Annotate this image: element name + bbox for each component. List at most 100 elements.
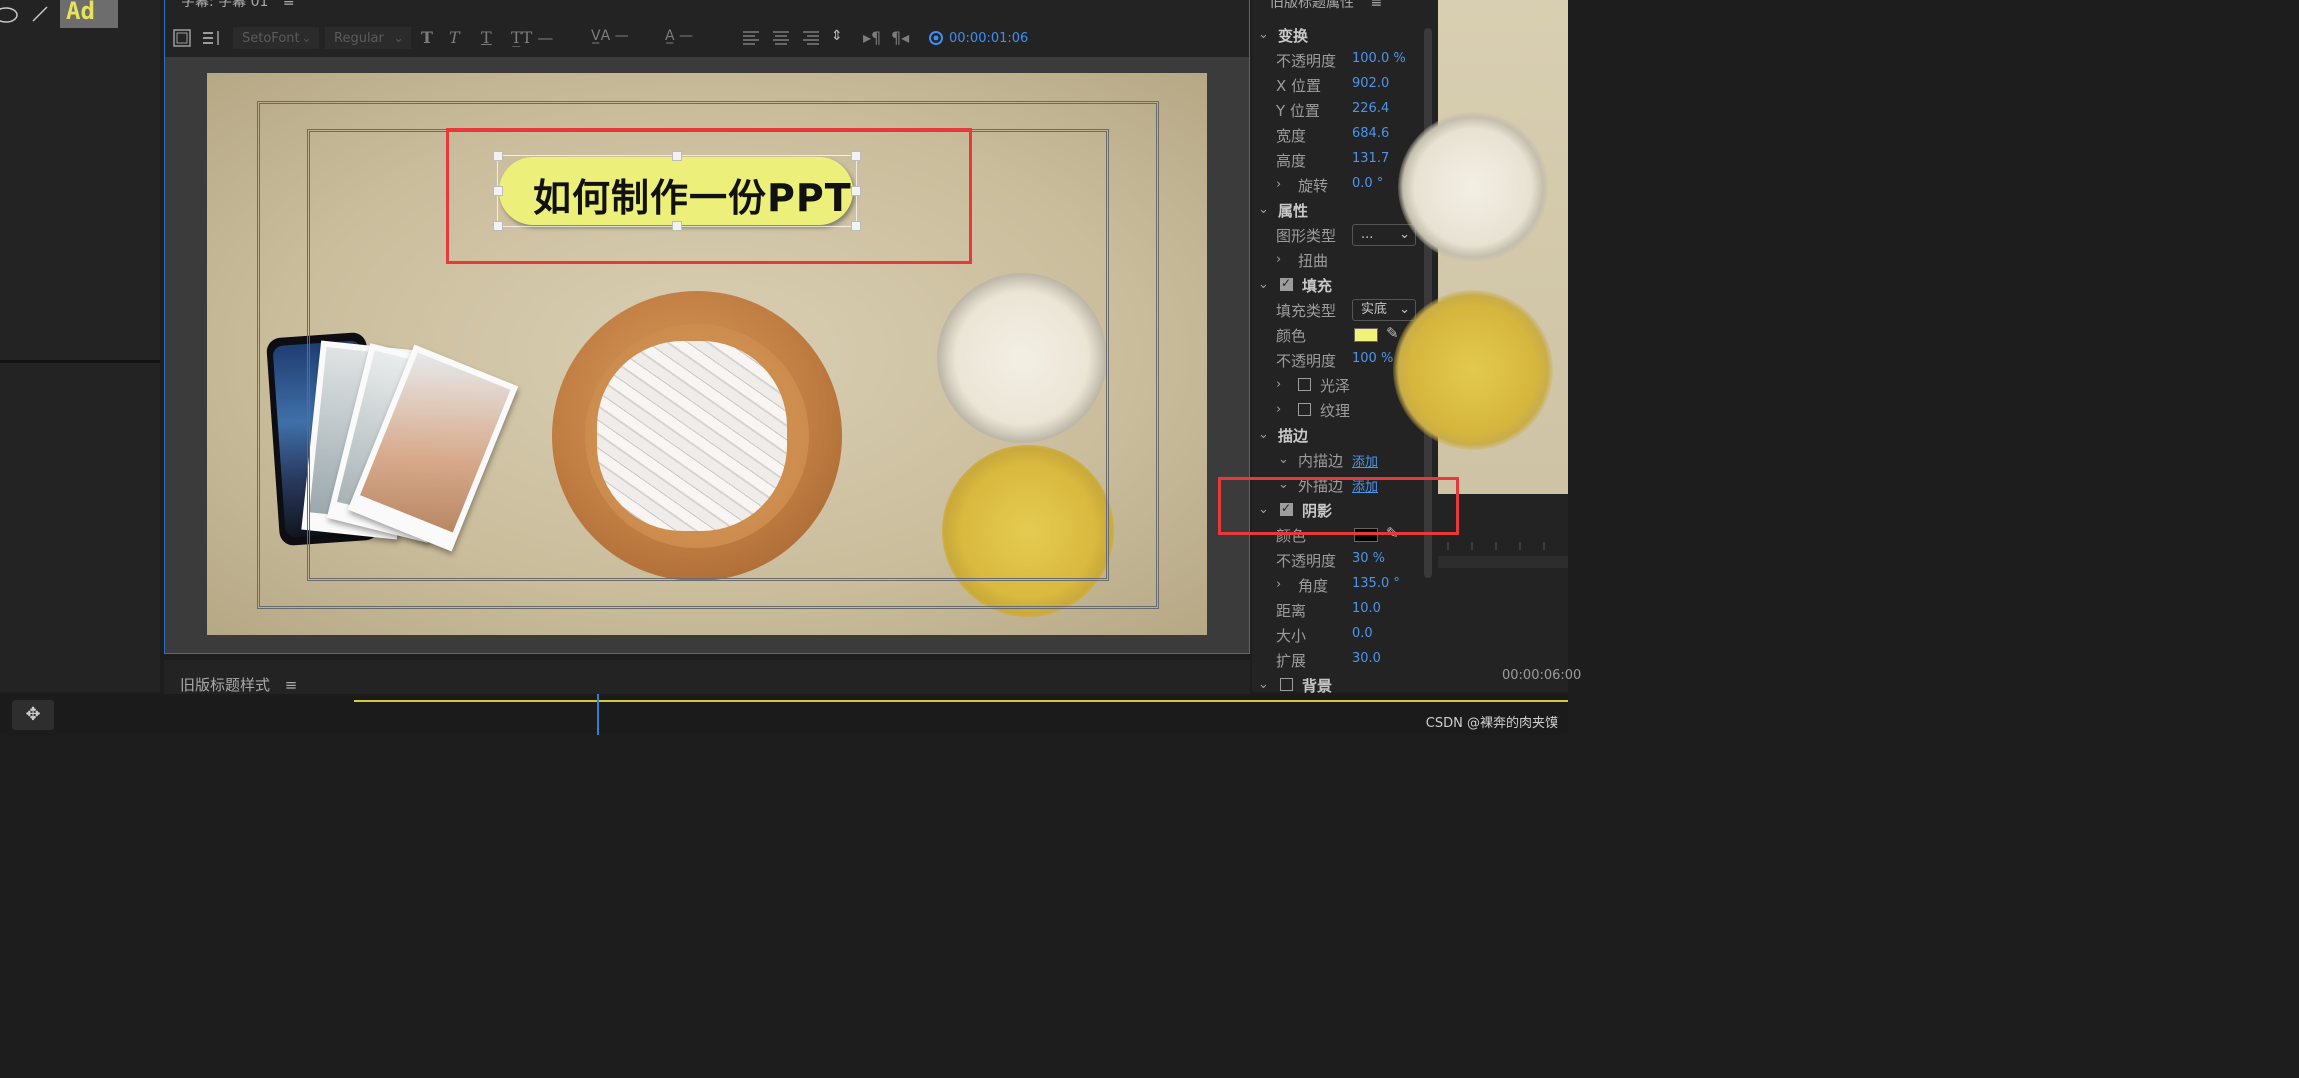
ripple-edit-tool-icon[interactable]: ✥	[12, 700, 54, 730]
chevron-down-icon[interactable]: ⌄	[1258, 427, 1269, 442]
property-value[interactable]: 902.0	[1352, 76, 1389, 91]
property-row[interactable]: ⌄ 变换	[1252, 24, 1422, 48]
ellipse-tool-icon[interactable]	[0, 6, 22, 24]
chevron-right-icon[interactable]: ›	[1276, 252, 1281, 267]
kerning-icon[interactable]: V̲A —	[591, 28, 629, 44]
property-row[interactable]: 宽度 684.6	[1252, 124, 1422, 148]
time-ruler	[1447, 542, 1545, 550]
property-value[interactable]: 135.0 °	[1352, 576, 1400, 591]
property-row[interactable]: › 旋转 0.0 °	[1252, 174, 1422, 198]
paragraph-ltr-icon[interactable]: ▸¶	[863, 28, 881, 47]
property-value[interactable]: 131.7	[1352, 151, 1389, 166]
property-value[interactable]: 226.4	[1352, 101, 1389, 116]
paragraph-rtl-icon[interactable]: ¶◂	[891, 28, 909, 47]
property-value[interactable]: 0.0	[1352, 626, 1373, 641]
add-stroke-link[interactable]: 添加	[1352, 451, 1378, 470]
font-style-select[interactable]: Regular ⌄	[325, 27, 411, 49]
playhead[interactable]	[597, 694, 599, 735]
property-value[interactable]: 10.0	[1352, 601, 1381, 616]
properties-title: 旧版标题属性 ≡	[1270, 0, 1382, 12]
property-row[interactable]: 距离 10.0	[1252, 599, 1422, 623]
property-label: 扩展	[1276, 652, 1307, 670]
property-label: 距离	[1276, 602, 1307, 620]
title-highlight-box	[446, 128, 972, 264]
property-row[interactable]: ⌄ 内描边 添加	[1252, 449, 1422, 473]
monitor-scrollbar[interactable]	[1438, 556, 1568, 568]
property-row[interactable]: ⌄ 填充	[1252, 274, 1422, 298]
property-row[interactable]: 图形类型... ⌄	[1252, 224, 1422, 248]
property-label: 不透明度	[1276, 52, 1337, 70]
chevron-right-icon[interactable]: ›	[1276, 402, 1281, 417]
checkbox[interactable]	[1298, 378, 1311, 391]
property-row[interactable]: 不透明度 100.0 %	[1252, 49, 1422, 73]
property-label: 内描边	[1298, 452, 1344, 470]
eyedropper-icon[interactable]: ✎	[1386, 324, 1399, 342]
program-monitor-preview	[1393, 0, 1568, 494]
chevron-down-icon[interactable]: ⌄	[1258, 27, 1269, 42]
property-value[interactable]: 0.0 °	[1352, 176, 1383, 191]
property-label: 颜色	[1276, 327, 1307, 345]
line-tool-icon[interactable]	[30, 4, 50, 24]
property-label: 高度	[1276, 152, 1307, 170]
font-size-icon[interactable]: T̲T —	[511, 28, 553, 47]
tab-stops-icon[interactable]	[201, 29, 223, 47]
property-label: 大小	[1276, 627, 1307, 645]
chevron-down-icon[interactable]: ⌄	[1258, 677, 1269, 692]
property-value[interactable]: 100 %	[1352, 351, 1393, 366]
bold-icon[interactable]: T	[421, 28, 433, 47]
styles-menu-icon[interactable]: ≡	[285, 676, 298, 694]
checkbox[interactable]	[1280, 276, 1293, 291]
property-value[interactable]: 30 %	[1352, 551, 1385, 566]
spacing-icon[interactable]: ⇕	[831, 28, 843, 44]
property-value[interactable]: 30.0	[1352, 651, 1381, 666]
background-timecode[interactable]: 00:00:01:06	[949, 31, 1028, 46]
property-dropdown[interactable]: 实底 ⌄	[1352, 299, 1416, 321]
property-label: 不透明度	[1276, 552, 1337, 570]
property-row[interactable]: › 纹理	[1252, 399, 1422, 423]
properties-menu-icon[interactable]: ≡	[1370, 0, 1382, 11]
property-dropdown[interactable]: ... ⌄	[1352, 224, 1416, 246]
title-styles-panel: 旧版标题样式 ≡	[164, 660, 1250, 694]
chevron-right-icon[interactable]: ›	[1276, 377, 1281, 392]
property-row[interactable]: 填充类型 实底 ⌄	[1252, 299, 1422, 323]
property-row[interactable]: 不透明度 30 %	[1252, 549, 1422, 573]
chevron-down-icon[interactable]: ⌄	[1278, 452, 1289, 467]
property-row[interactable]: 大小 0.0	[1252, 624, 1422, 648]
property-row[interactable]: Y 位置 226.4	[1252, 99, 1422, 123]
font-family-select[interactable]: SetoFont ⌄	[233, 27, 319, 49]
property-label: 属性	[1278, 202, 1309, 220]
dropdown-value: ...	[1361, 227, 1374, 242]
property-row[interactable]: › 角度 135.0 °	[1252, 574, 1422, 598]
italic-icon[interactable]: T	[449, 28, 460, 47]
property-value[interactable]: 684.6	[1352, 126, 1389, 141]
editor-title-text: 字幕: 字幕 01	[181, 0, 269, 10]
timeline-strip: ✥ CSDN @裸奔的肉夹馍	[0, 694, 1568, 735]
safe-area-icon[interactable]	[173, 29, 191, 47]
work-area-bar[interactable]	[354, 700, 1568, 702]
property-label: 变换	[1278, 27, 1309, 45]
property-row[interactable]: ⌄ 描边	[1252, 424, 1422, 448]
property-row[interactable]: 扩展 30.0	[1252, 649, 1422, 673]
title-style-thumbnail[interactable]: Ad	[60, 0, 118, 28]
property-value[interactable]: 100.0 %	[1352, 51, 1406, 66]
property-row[interactable]: X 位置 902.0	[1252, 74, 1422, 98]
color-swatch[interactable]	[1354, 328, 1378, 342]
property-label: 宽度	[1276, 127, 1307, 145]
chevron-right-icon[interactable]: ›	[1276, 177, 1281, 192]
property-row[interactable]: › 扭曲	[1252, 249, 1422, 273]
checkbox[interactable]	[1298, 403, 1311, 416]
property-row[interactable]: 高度 131.7	[1252, 149, 1422, 173]
chevron-right-icon[interactable]: ›	[1276, 577, 1281, 592]
property-row[interactable]: ⌄ 属性	[1252, 199, 1422, 223]
dropdown-value: 实底	[1361, 302, 1388, 317]
underline-icon[interactable]: T	[481, 28, 492, 47]
editor-menu-icon[interactable]: ≡	[283, 0, 295, 10]
property-label: 填充	[1302, 277, 1333, 295]
property-label: 描边	[1278, 427, 1309, 445]
show-background-video-icon[interactable]	[927, 30, 945, 46]
font-style-value: Regular	[334, 31, 384, 46]
checkbox[interactable]	[1280, 678, 1293, 691]
chevron-down-icon[interactable]: ⌄	[1258, 277, 1269, 292]
leading-icon[interactable]: A̲ —	[665, 28, 693, 44]
chevron-down-icon[interactable]: ⌄	[1258, 202, 1269, 217]
